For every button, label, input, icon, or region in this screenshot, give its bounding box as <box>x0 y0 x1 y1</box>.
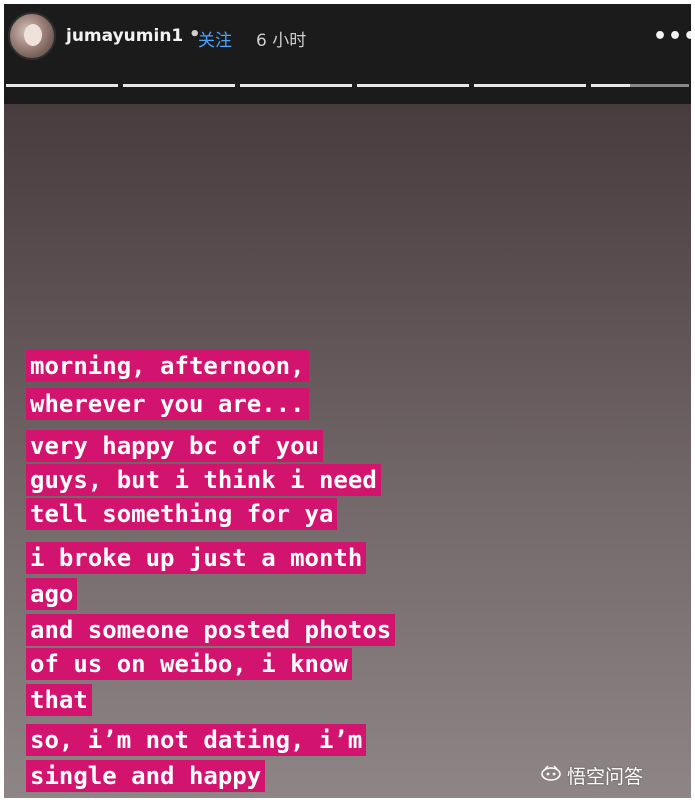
story-text-line: that <box>26 684 92 716</box>
wukong-logo-icon <box>541 765 561 781</box>
more-options-icon[interactable]: ••• <box>653 24 691 49</box>
progress-segment <box>123 84 235 87</box>
story-text-line: tell something for ya <box>26 498 338 530</box>
progress-segment-current <box>591 84 689 87</box>
story-text-line: morning, afternoon, <box>26 350 309 382</box>
avatar[interactable] <box>8 12 56 60</box>
story-text-line: i broke up just a month <box>26 542 367 574</box>
progress-segment <box>357 84 469 87</box>
watermark: 悟空问答 <box>541 762 644 789</box>
story-text-line: single and happy <box>26 760 266 792</box>
avatar-face <box>24 24 42 46</box>
story-text-line: very happy bc of you <box>26 430 323 462</box>
story-frame: jumayumin1 • 关注 6 小时 ••• morning, aftern… <box>4 4 691 798</box>
progress-segment <box>240 84 352 87</box>
story-text-line: so, i’m not dating, i’m <box>26 724 367 756</box>
story-text-line: ago <box>26 578 78 610</box>
post-time: 6 小时 <box>256 31 307 51</box>
story-text-line: wherever you are... <box>26 388 309 420</box>
story-text-line: of us on weibo, i know <box>26 648 352 680</box>
progress-segment <box>474 84 586 87</box>
follow-button[interactable]: 关注 <box>198 26 232 51</box>
story-text-line: and someone posted photos <box>26 614 396 646</box>
watermark-label: 悟空问答 <box>567 766 644 788</box>
story-header: jumayumin1 • 关注 6 小时 ••• <box>4 4 691 104</box>
progress-segment <box>6 84 118 87</box>
username[interactable]: jumayumin1 <box>66 26 183 46</box>
story-text-line: guys, but i think i need <box>26 464 381 496</box>
